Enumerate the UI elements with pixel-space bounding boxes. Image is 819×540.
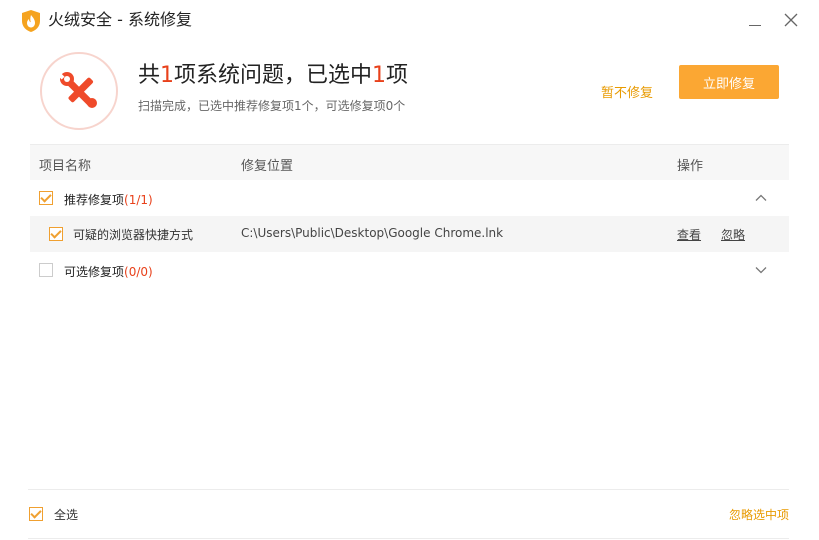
view-link[interactable]: 查看 xyxy=(677,226,701,243)
footer-divider xyxy=(28,489,789,490)
total-count: 1 xyxy=(160,63,175,88)
select-all-checkbox[interactable] xyxy=(29,507,43,521)
close-icon[interactable] xyxy=(779,8,803,32)
ignore-link[interactable]: 忽略 xyxy=(721,226,745,243)
ignore-selected-link[interactable]: 忽略选中项 xyxy=(729,506,789,523)
column-header-location: 修复位置 xyxy=(241,159,294,174)
title-bar: 火绒安全 - 系统修复 xyxy=(0,0,819,40)
repair-now-button[interactable]: 立即修复 xyxy=(679,65,779,99)
page-title: 共1项系统问题，已选中1项 xyxy=(138,63,409,88)
item-checkbox[interactable] xyxy=(49,227,63,241)
column-header-action: 操作 xyxy=(677,159,704,174)
window-title: 火绒安全 - 系统修复 xyxy=(48,10,192,29)
group-optional-checkbox[interactable] xyxy=(39,263,53,277)
chevron-up-icon[interactable] xyxy=(753,190,769,206)
minimize-icon[interactable] xyxy=(744,8,768,32)
item-location: C:\Users\Public\Desktop\Google Chrome.ln… xyxy=(241,226,504,240)
table-header: 项目名称 修复位置 操作 xyxy=(30,144,789,180)
select-all-label: 全选 xyxy=(54,508,79,522)
footer-bottom-divider xyxy=(28,538,789,539)
repair-badge xyxy=(40,52,118,130)
column-header-name: 项目名称 xyxy=(39,159,92,174)
group-optional-label: 可选修复项(0/0) xyxy=(64,265,153,279)
skip-repair-link[interactable]: 暂不修复 xyxy=(601,82,653,101)
group-recommended-label: 推荐修复项(1/1) xyxy=(64,193,153,207)
huorong-flame-shield-icon xyxy=(20,9,42,33)
group-recommended[interactable]: 推荐修复项(1/1) xyxy=(30,180,789,216)
item-name: 可疑的浏览器快捷方式 xyxy=(73,228,194,242)
table-row[interactable]: 可疑的浏览器快捷方式 C:\Users\Public\Desktop\Googl… xyxy=(30,216,789,252)
selected-count: 1 xyxy=(372,63,387,88)
scan-summary-text: 扫描完成，已选中推荐修复项1个，可选修复项0个 xyxy=(138,99,406,113)
chevron-down-icon[interactable] xyxy=(753,262,769,278)
group-optional[interactable]: 可选修复项(0/0) xyxy=(30,252,789,288)
group-recommended-checkbox[interactable] xyxy=(39,191,53,205)
